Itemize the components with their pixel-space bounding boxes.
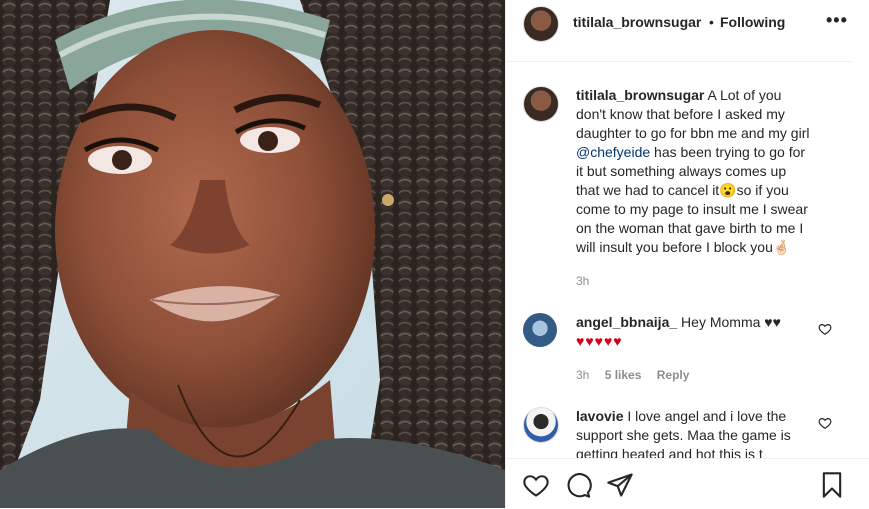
comment-bubble-icon[interactable] bbox=[564, 471, 592, 499]
comment-time[interactable]: 3h bbox=[576, 368, 589, 382]
comment-avatar[interactable] bbox=[523, 407, 559, 443]
more-options-icon[interactable]: ••• bbox=[826, 10, 848, 31]
post-side-panel: titilala_brownsugar • Following ••• titi… bbox=[505, 0, 869, 509]
comment-body: Hey Momma ♥♥ bbox=[681, 314, 781, 330]
comment-hearts: ♥♥♥♥♥ bbox=[576, 333, 623, 349]
portrait-image bbox=[0, 0, 505, 508]
reply-button[interactable]: Reply bbox=[657, 368, 690, 382]
caption-meta: 3h bbox=[576, 274, 601, 288]
comment-username[interactable]: lavovie bbox=[576, 408, 623, 424]
header-divider bbox=[506, 61, 852, 62]
comment-like-heart-icon[interactable] bbox=[818, 322, 832, 336]
comment-text: angel_bbnaija_ Hey Momma ♥♥ ♥♥♥♥♥ bbox=[576, 313, 812, 351]
comment-like-heart-icon[interactable] bbox=[818, 416, 832, 430]
comment-text: lavovie I love angel and i love the supp… bbox=[576, 407, 812, 458]
following-button[interactable]: Following bbox=[720, 14, 785, 30]
caption-body-part2: has been trying to go for it but somethi… bbox=[576, 144, 808, 255]
comment-likes[interactable]: 5 likes bbox=[605, 368, 642, 382]
caption-mention-link[interactable]: @chefyeide bbox=[576, 144, 650, 160]
comment-meta: 3h 5 likes Reply bbox=[576, 368, 701, 382]
post-photo[interactable] bbox=[0, 0, 505, 508]
like-heart-icon[interactable] bbox=[522, 471, 550, 499]
author-username[interactable]: titilala_brownsugar bbox=[573, 14, 701, 30]
comment-item: lavovie I love angel and i love the supp… bbox=[506, 407, 852, 458]
post-header: titilala_brownsugar • Following ••• bbox=[506, 0, 852, 48]
header-separator: • bbox=[709, 14, 714, 30]
caption-text: titilala_brownsugar A Lot of you don't k… bbox=[576, 86, 812, 257]
author-avatar[interactable] bbox=[523, 6, 559, 42]
save-bookmark-icon[interactable] bbox=[818, 471, 846, 499]
comment-avatar[interactable] bbox=[523, 313, 557, 347]
caption-username[interactable]: titilala_brownsugar bbox=[576, 87, 704, 103]
post-action-bar bbox=[506, 458, 869, 509]
comment-username[interactable]: angel_bbnaija_ bbox=[576, 314, 677, 330]
share-paper-plane-icon[interactable] bbox=[606, 471, 634, 499]
caption-time[interactable]: 3h bbox=[576, 274, 589, 288]
caption-avatar[interactable] bbox=[523, 86, 559, 122]
